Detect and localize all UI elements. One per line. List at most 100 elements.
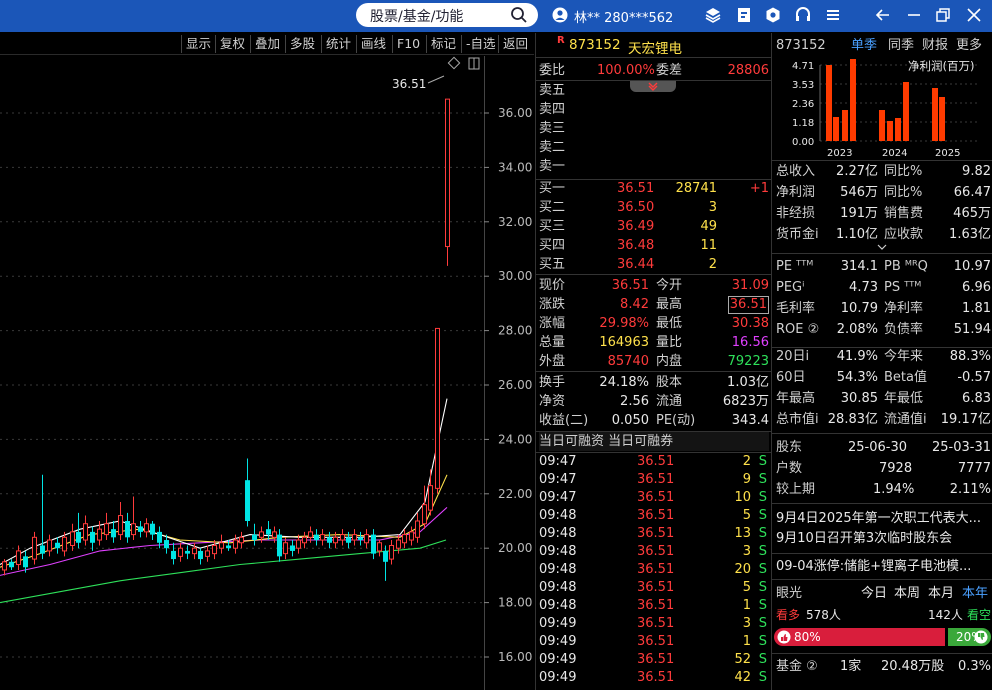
candle-body <box>409 531 414 541</box>
bid-row[interactable]: 买三 36.49 49 <box>539 217 769 236</box>
tab-reports[interactable]: 财报 <box>922 36 948 55</box>
stock-code[interactable]: 873152 <box>569 37 621 53</box>
net-profit-bar <box>939 97 945 141</box>
bid-row[interactable]: 买五 36.44 2 <box>539 255 769 274</box>
holders-header: 股东 25-06-30 25-03-31 <box>776 438 991 457</box>
toolbar-multi-stock[interactable]: 多股 <box>285 35 315 53</box>
sentiment-title: 眼光 <box>776 586 803 601</box>
quote-fin-row: 净资 2.56 流通 6823万 <box>539 392 769 411</box>
bid-row[interactable]: 买四 36.48 11 <box>539 236 769 255</box>
ask-row[interactable]: 卖一 <box>539 157 769 176</box>
limit-up-reason[interactable]: 09-04涨停:储能+锂离子电池模... <box>776 557 991 576</box>
metric-label: 同比% <box>884 185 923 200</box>
price-axis-label: 34.00 <box>498 160 532 174</box>
restore-icon[interactable] <box>934 6 952 24</box>
candle-body <box>239 536 244 544</box>
toolbar-overlay[interactable]: 叠加 <box>250 35 280 53</box>
toolbar-mark[interactable]: 标记 <box>426 35 456 53</box>
candle-body <box>389 544 394 560</box>
candle-body <box>377 542 382 552</box>
metric-value: 4.73 <box>849 280 878 295</box>
bull-label: 看多 <box>776 608 801 622</box>
sentiment-tab-week[interactable]: 本周 <box>894 584 920 603</box>
candle-body <box>296 539 301 549</box>
candle-body <box>97 528 102 541</box>
sentiment-tab-today[interactable]: 今日 <box>861 584 887 603</box>
search-placeholder: 股票/基金/功能 <box>370 9 464 25</box>
fund-shares: 20.48万股 <box>881 659 945 674</box>
stat-value: 31.09 <box>731 278 769 293</box>
ask-label: 卖三 <box>539 121 566 136</box>
toolbar-watchlist[interactable]: -自选 <box>461 35 496 53</box>
tab-more[interactable]: 更多 <box>956 36 982 55</box>
ask-row[interactable]: 卖四 <box>539 100 769 119</box>
ask-row[interactable]: 卖三 <box>539 119 769 138</box>
tick-row: 09:47 36.51 10 S <box>539 489 769 507</box>
ask-row[interactable]: 卖二 <box>539 138 769 157</box>
toolbar-back[interactable]: 返回 <box>498 35 528 53</box>
fin-label: 股本 <box>656 375 683 390</box>
bid-row[interactable]: 买二 36.50 3 <box>539 198 769 217</box>
margin-header[interactable]: 当日可融资 当日可融券 <box>539 432 769 451</box>
news-item[interactable]: 9月4日2025年第一次职工代表大... <box>776 509 991 528</box>
back-arrow-icon[interactable] <box>874 6 892 24</box>
menu-icon[interactable] <box>824 6 842 24</box>
candlestick-chart[interactable]: 36.00 34.00 32.00 30.00 28.00 26.00 24.00 22.00… <box>0 56 534 690</box>
toolbar-adjust[interactable]: 复权 <box>215 35 245 53</box>
ask-label: 卖五 <box>539 83 566 98</box>
headset-icon[interactable] <box>794 6 812 24</box>
news-item[interactable]: 9月10日召开第3次临时股东会 <box>776 529 991 548</box>
toolbar-draw[interactable]: 画线 <box>356 35 386 53</box>
search-box[interactable]: 股票/基金/功能 <box>356 3 538 27</box>
expand-chevron-icon[interactable] <box>876 243 888 251</box>
tick-price: 36.51 <box>637 544 675 559</box>
layers-icon[interactable] <box>704 6 722 24</box>
tick-volume: 52 <box>734 652 751 667</box>
hexagon-icon[interactable] <box>764 6 782 24</box>
sentiment-tab-month[interactable]: 本月 <box>928 584 954 603</box>
sentiment-tab-year[interactable]: 本年 <box>962 584 988 603</box>
fin-value: 2.56 <box>620 394 649 409</box>
tick-row: 09:48 36.51 3 S <box>539 543 769 561</box>
user-icon[interactable] <box>552 7 568 23</box>
candle-body <box>83 523 88 541</box>
tick-time: 09:49 <box>539 634 577 649</box>
metric-value: 1.63亿 <box>949 227 991 242</box>
perf_rows-row: 总市值i 28.83亿 流通值i 19.17亿 <box>776 410 991 429</box>
tab-quarterly[interactable]: 单季 <box>851 36 877 55</box>
net-profit-bar <box>887 121 893 141</box>
stock-name[interactable]: 天宏锂电 <box>628 37 682 57</box>
toolbar-f10[interactable]: F10 <box>392 35 420 53</box>
fund-row[interactable]: 基金 ② 1家 20.48万股 0.3% <box>776 657 991 676</box>
tick-side: S <box>758 472 767 487</box>
bid-label: 买一 <box>539 181 566 196</box>
net-profit-mini-chart[interactable]: 4.71 3.53 2.36 1.18 0.00 2023 2024 2025 净利润(百万… <box>772 57 992 162</box>
minimize-icon[interactable] <box>905 6 923 24</box>
candle-body <box>314 534 319 541</box>
news-text: 9月4日2025年第一次职工代表大... <box>776 511 982 526</box>
toolbar-stats[interactable]: 统计 <box>321 35 351 53</box>
holders-count-2: 7777 <box>957 461 991 476</box>
quote-stat-row: 涨跌 8.42 最高 36.51 <box>539 295 769 314</box>
tick-time: 09:49 <box>539 652 577 667</box>
metric-label: PE ᵀᵀᴹ <box>776 259 814 274</box>
close-icon[interactable] <box>965 6 983 24</box>
candle-body <box>205 550 210 557</box>
tab-same-quarter[interactable]: 同季 <box>888 36 914 55</box>
username[interactable]: 林** 280***562 <box>574 7 673 26</box>
chart-toolbar: 显示 复权 叠加 多股 统计 画线 F10 标记 -自选 返回 <box>0 33 534 55</box>
candle-body <box>358 537 363 541</box>
fin-value: 1.03亿 <box>727 375 769 390</box>
metric-value: 465万 <box>953 206 991 221</box>
search-icon[interactable] <box>510 6 528 24</box>
bid-row[interactable]: 买一 36.51 28741 +1 <box>539 179 769 198</box>
toolbar-display[interactable]: 显示 <box>181 35 211 53</box>
holders-date-1: 25-06-30 <box>848 440 908 455</box>
tick-time: 09:49 <box>539 616 577 631</box>
document-icon[interactable] <box>735 6 753 24</box>
ask-row[interactable]: 卖五 <box>539 81 769 100</box>
holders-change-2: 2.11% <box>949 482 991 497</box>
diamond-icon[interactable] <box>447 56 461 70</box>
metric-value: 19.17亿 <box>940 412 991 427</box>
bull-count: 578人 <box>806 608 841 622</box>
